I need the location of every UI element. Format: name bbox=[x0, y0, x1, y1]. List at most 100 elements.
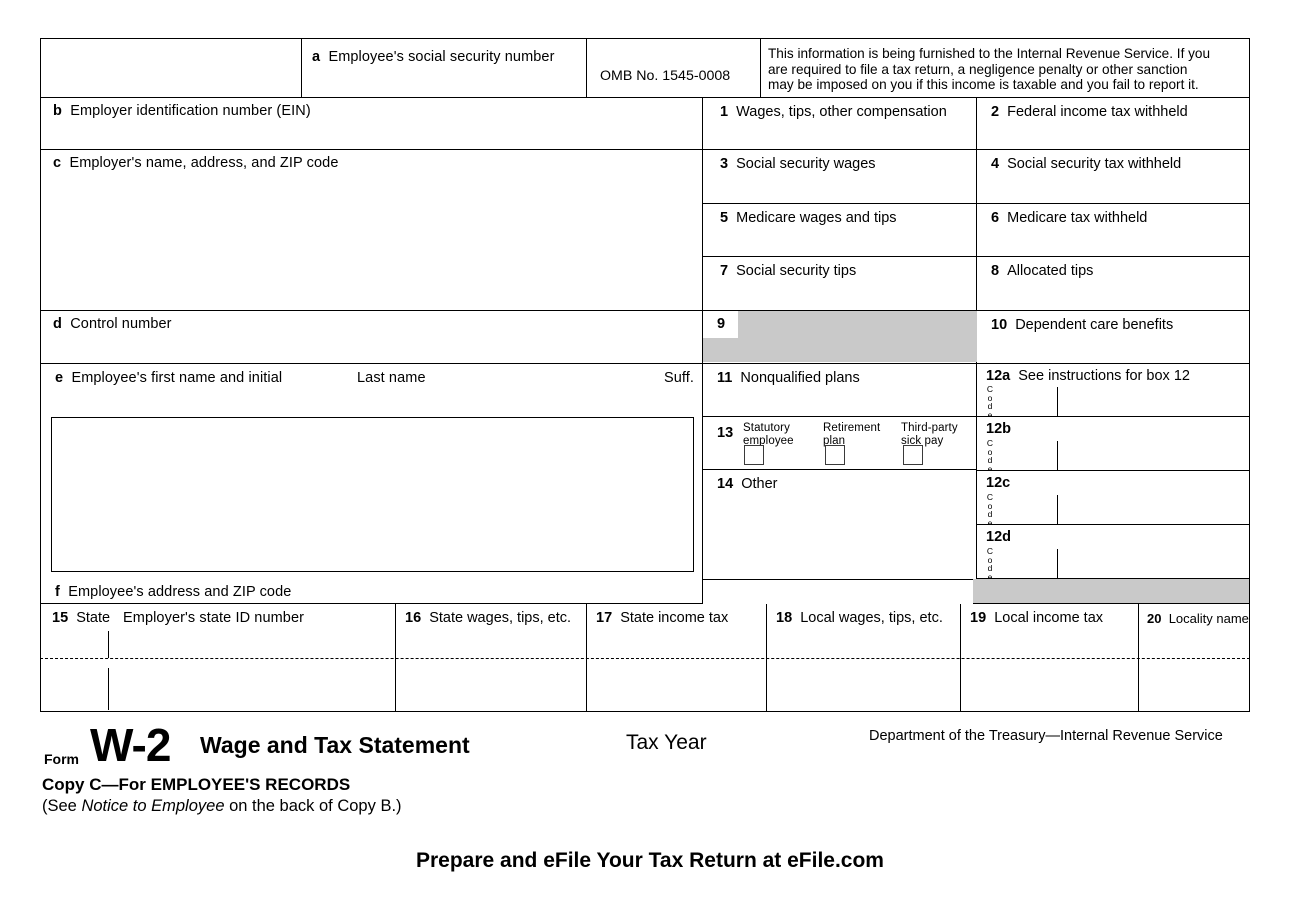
employee-name-address-entry-area[interactable] bbox=[51, 417, 694, 572]
box-12d-number: 12d bbox=[986, 529, 1011, 545]
box-12b-code-divider bbox=[1057, 441, 1058, 471]
box-8-allocated-tips[interactable]: 8 Allocated tips bbox=[977, 257, 1250, 311]
box-10-label: Dependent care benefits bbox=[1015, 317, 1174, 333]
box-18-label: Local wages, tips, etc. bbox=[800, 610, 943, 626]
box-a-ssn[interactable]: a Employee's social security number bbox=[302, 38, 587, 98]
footer-notice-line: (See Notice to Employee on the back of C… bbox=[42, 797, 402, 816]
retirement-line-1: Retirement bbox=[823, 422, 881, 434]
box-11-nonqualified-plans[interactable]: 11 Nonqualified plans bbox=[703, 364, 977, 417]
box-e-employee-name[interactable]: e Employee's first name and initial Last… bbox=[40, 364, 703, 580]
box-17-label: State income tax bbox=[620, 610, 729, 626]
box-6-medicare-tax[interactable]: 6 Medicare tax withheld bbox=[977, 204, 1250, 257]
box-a-label-group: a Employee's social security number bbox=[312, 49, 555, 65]
box-4-ss-tax[interactable]: 4 Social security tax withheld bbox=[977, 150, 1250, 204]
box-b-letter: b bbox=[53, 103, 62, 119]
footer-form-title: Wage and Tax Statement bbox=[200, 732, 470, 758]
box-14-other[interactable]: 14 Other bbox=[703, 470, 977, 580]
box-12c[interactable]: 12c C o d e bbox=[977, 471, 1250, 527]
thirdparty-line-1: Third-party bbox=[901, 422, 958, 434]
box-12a-number: 12a bbox=[986, 368, 1011, 384]
box-c-employer-address[interactable]: c Employer's name, address, and ZIP code bbox=[40, 150, 703, 311]
footer-tax-year: Tax Year bbox=[626, 731, 707, 754]
box-d-control-number[interactable]: d Control number bbox=[40, 311, 703, 364]
box-9-gray-fill bbox=[703, 311, 977, 363]
irs-notice-cell: This information is being furnished to t… bbox=[761, 38, 1250, 98]
box-f-employee-address[interactable]: f Employee's address and ZIP code bbox=[40, 580, 703, 604]
top-left-blank-cell[interactable] bbox=[40, 38, 302, 98]
box-13-label-group: 13 bbox=[717, 425, 733, 441]
statutory-line-1: Statutory bbox=[743, 422, 790, 434]
w2-form-page: a Employee's social security number OMB … bbox=[0, 0, 1300, 914]
box-b-label-group: b Employer identification number (EIN) bbox=[53, 103, 311, 119]
footer-form-word: Form bbox=[44, 751, 79, 767]
box-b-label: Employer identification number (EIN) bbox=[70, 103, 311, 119]
omb-number-cell: OMB No. 1545-0008 bbox=[587, 38, 761, 98]
box-e-label: Employee's first name and initial bbox=[71, 370, 283, 386]
box-9-number: 9 bbox=[717, 316, 726, 332]
box-2-federal-tax[interactable]: 2 Federal income tax withheld bbox=[977, 98, 1250, 150]
box-12b[interactable]: 12b C o d e bbox=[977, 417, 1250, 473]
box-10-dependent-care[interactable]: 10 Dependent care benefits bbox=[977, 311, 1250, 364]
box-15-state-divider-lower bbox=[108, 668, 109, 710]
box-7-label: Social security tips bbox=[736, 263, 857, 279]
box-1-number: 1 bbox=[720, 104, 729, 120]
box-e-label-group: e Employee's first name and initial bbox=[55, 370, 282, 386]
box-19-label: Local income tax bbox=[994, 610, 1104, 626]
box-e-last-name-label: Last name bbox=[357, 370, 426, 386]
box-19-label-group: 19 Local income tax bbox=[970, 610, 1103, 626]
checkbox-third-party-sick-pay[interactable] bbox=[903, 445, 923, 465]
box-12d[interactable]: 12d C o d e bbox=[977, 525, 1250, 581]
box-14-label: Other bbox=[741, 476, 778, 492]
box-16-number: 16 bbox=[405, 610, 422, 626]
box-6-label: Medicare tax withheld bbox=[1007, 210, 1148, 226]
footer-copy-line: Copy C—For EMPLOYEE'S RECORDS bbox=[42, 775, 351, 794]
box-16-label: State wages, tips, etc. bbox=[429, 610, 572, 626]
footer-notice-italic: Notice to Employee bbox=[81, 797, 225, 815]
box-a-label: Employee's social security number bbox=[328, 49, 555, 65]
box-5-label-group: 5 Medicare wages and tips bbox=[720, 210, 897, 226]
box-d-letter: d bbox=[53, 316, 62, 332]
box-9-label-group: 9 bbox=[717, 316, 725, 332]
box-8-label: Allocated tips bbox=[1007, 263, 1094, 279]
checkbox-retirement-plan[interactable] bbox=[825, 445, 845, 465]
box-2-label-group: 2 Federal income tax withheld bbox=[991, 104, 1188, 120]
box-12a[interactable]: 12a See instructions for box 12 C o d e bbox=[977, 364, 1250, 419]
box-e-suffix-label: Suff. bbox=[664, 370, 695, 386]
box-12b-code-label: C o d e bbox=[985, 439, 995, 473]
box-3-ss-wages[interactable]: 3 Social security wages bbox=[703, 150, 977, 204]
box-1-wages[interactable]: 1 Wages, tips, other compensation bbox=[703, 98, 977, 150]
box-f-label: Employee's address and ZIP code bbox=[68, 583, 292, 600]
box-7-ss-tips[interactable]: 7 Social security tips bbox=[703, 257, 977, 311]
box-6-label-group: 6 Medicare tax withheld bbox=[991, 210, 1147, 226]
box-a-letter: a bbox=[312, 49, 321, 65]
checkbox-statutory-employee[interactable] bbox=[744, 445, 764, 465]
box-15-label-group: 15 State bbox=[52, 610, 110, 626]
box-20-number: 20 bbox=[1147, 611, 1162, 626]
box-11-label-group: 11 Nonqualified plans bbox=[717, 370, 860, 386]
box-b-ein[interactable]: b Employer identification number (EIN) bbox=[40, 98, 703, 150]
box-7-label-group: 7 Social security tips bbox=[720, 263, 856, 279]
box-f-label-group: f Employee's address and ZIP code bbox=[55, 584, 291, 600]
box-17-label-group: 17 State income tax bbox=[596, 610, 728, 626]
box-20-label: Locality name bbox=[1168, 611, 1249, 626]
box-15-number: 15 bbox=[52, 610, 69, 626]
box-4-number: 4 bbox=[991, 156, 1000, 172]
box-2-label: Federal income tax withheld bbox=[1007, 104, 1188, 120]
box-12a-code-label: C o d e bbox=[985, 385, 995, 419]
state-row-dashed-divider bbox=[40, 658, 1250, 659]
box-13-checkboxes[interactable]: 13 Statutory employee Retirement plan Th… bbox=[703, 417, 977, 470]
box-20-label-group: 20 Locality name bbox=[1147, 611, 1249, 627]
box-10-number: 10 bbox=[991, 317, 1008, 333]
box-2-number: 2 bbox=[991, 104, 1000, 120]
box-9-shaded: 9 bbox=[703, 311, 977, 364]
box-12a-code-divider bbox=[1057, 387, 1058, 417]
box-4-label: Social security tax withheld bbox=[1007, 156, 1182, 172]
box-5-medicare-wages[interactable]: 5 Medicare wages and tips bbox=[703, 204, 977, 257]
box-12b-number: 12b bbox=[986, 421, 1011, 437]
box-18-label-group: 18 Local wages, tips, etc. bbox=[776, 610, 943, 626]
box-14-number: 14 bbox=[717, 476, 734, 492]
box-8-label-group: 8 Allocated tips bbox=[991, 263, 1093, 279]
box-12d-code-divider bbox=[1057, 549, 1058, 579]
box-13-third-party-sick-pay-label: Third-party sick pay bbox=[901, 422, 967, 447]
box-17-number: 17 bbox=[596, 610, 613, 626]
